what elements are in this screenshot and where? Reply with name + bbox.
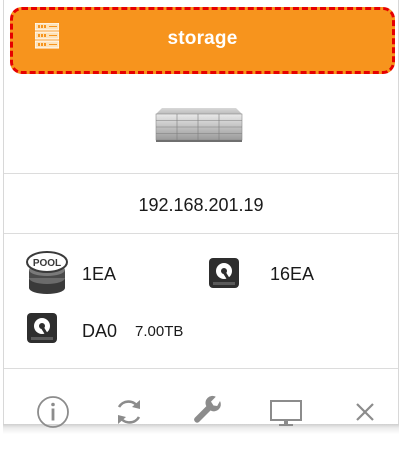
ip-address-row: 192.168.201.19 [4,174,398,234]
device-image-area [4,76,398,174]
close-icon[interactable] [347,394,383,430]
pool-icon: POOL [26,251,68,294]
card-title: storage [167,28,238,49]
disk-icon [27,313,57,343]
wrench-icon[interactable] [190,394,226,430]
action-bar [4,368,398,428]
storage-card: storage 192.168.201.19 POOL 1EA 16EA DA0… [0,0,403,459]
volume-name: DA0 [82,321,118,341]
volume-size: 7.00TB [135,323,184,340]
ip-address: 192.168.201.19 [138,195,264,215]
disk-count: 16EA [270,264,315,284]
info-icon[interactable] [35,394,71,430]
storage-device-image [155,108,243,142]
disk-icon [209,258,239,288]
pool-icon-text: POOL [33,258,61,269]
monitor-icon[interactable] [268,394,304,430]
card-header[interactable]: storage [10,7,395,74]
pool-count: 1EA [82,264,117,284]
refresh-icon[interactable] [111,394,147,430]
